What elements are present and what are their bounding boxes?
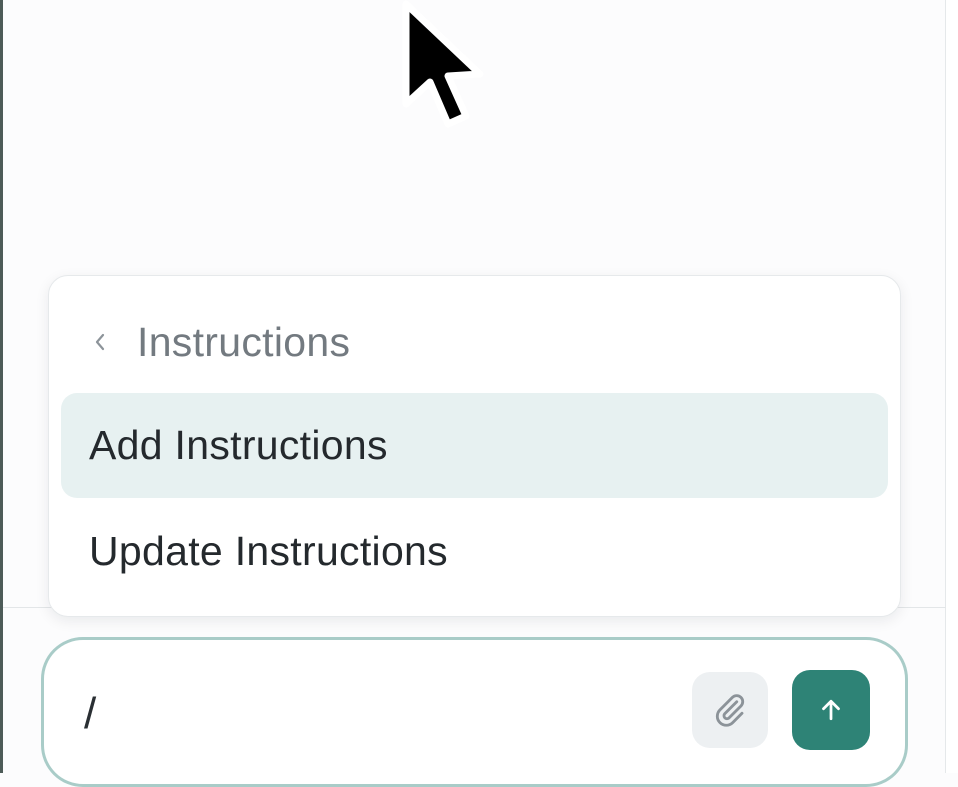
message-input[interactable] — [84, 676, 664, 752]
menu-title: Instructions — [137, 318, 351, 365]
left-panel-edge — [0, 0, 3, 773]
send-message-button[interactable] — [792, 670, 870, 750]
menu-back-header[interactable]: Instructions — [89, 314, 350, 370]
slash-command-menu: Instructions Add Instructions Update Ins… — [48, 275, 901, 617]
chevron-left-icon[interactable] — [89, 331, 111, 353]
right-scrollbar-track[interactable] — [945, 0, 958, 773]
attach-file-button[interactable] — [692, 672, 768, 748]
arrow-up-icon — [822, 699, 840, 721]
menu-item-add-instructions[interactable]: Add Instructions — [61, 393, 888, 498]
menu-item-label: Add Instructions — [89, 422, 388, 468]
message-composer — [41, 637, 908, 787]
menu-item-label: Update Instructions — [89, 528, 448, 574]
menu-item-update-instructions[interactable]: Update Instructions — [61, 499, 888, 604]
paperclip-icon — [715, 694, 745, 727]
mouse-cursor-icon — [402, 0, 484, 128]
